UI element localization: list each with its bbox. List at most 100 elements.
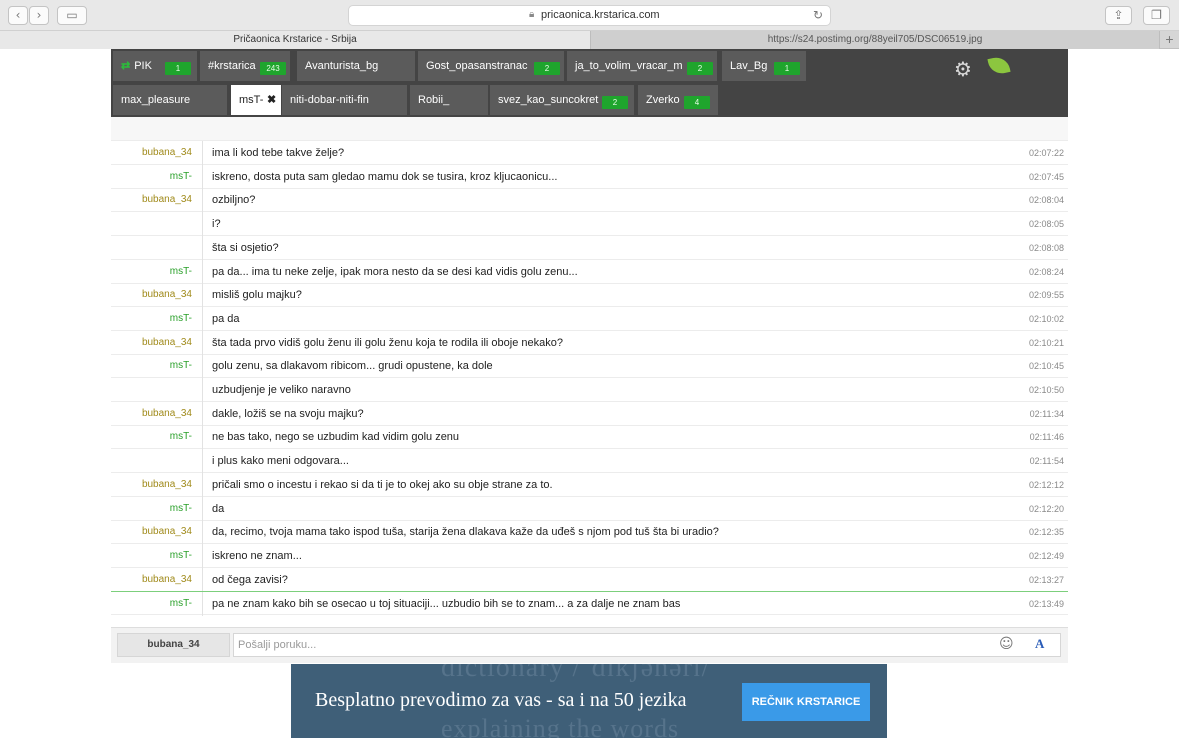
new-tab-button[interactable]: + [1159,31,1179,49]
room-tab-robii[interactable]: Robii_ [410,85,488,115]
message-row: msT-ne bas tako, nego se uzbudim kad vid… [111,425,1068,450]
message-nick [111,378,203,402]
ad-banner[interactable]: dictionary /ˈdɪkʃənərɪ/ explaining the w… [291,664,887,738]
message-input[interactable] [233,633,1061,657]
address-bar[interactable]: 🔒︎ pricaonica.krstarica.com ↻ [348,5,831,26]
message-list[interactable]: bubana_34 ima li kod tebe takve želje? 02:… [111,141,1068,621]
message-text: golu zenu, sa dlakavom ribicom... grudi … [212,360,493,373]
my-nickname: bubana_34 [117,633,230,657]
room-count-badge: 2 [602,96,628,109]
message-text: šta si osjetio? [212,241,279,254]
message-nick[interactable]: msT- [111,496,203,521]
message-row: i? 02:08:05 [111,212,1068,237]
message-nick[interactable]: bubana_34 [111,401,203,426]
message-nick[interactable]: bubana_34 [111,141,203,165]
room-name: Lav_Bg [730,60,768,72]
room-tab-niti-dobar[interactable]: niti-dobar-niti-fin [282,85,407,115]
room-name: ja_to_volim_vracar_m [575,60,683,72]
browser-tab-1[interactable]: Pričaonica Krstarice - Srbija [0,31,590,49]
settings-gears-icon[interactable]: ⚙ [954,57,972,81]
room-tab-krstarica[interactable]: #krstarica 243 [200,51,290,81]
message-nick[interactable]: bubana_34 [111,520,203,545]
lock-icon: 🔒︎ [529,9,535,20]
message-nick[interactable]: bubana_34 [111,283,203,308]
message-time: 02:13:49 [1028,599,1064,610]
ad-background-text-2: explaining the words [441,714,680,738]
message-row: bubana_34 ima li kod tebe takve želje? 02:… [111,141,1068,165]
message-row: bubana_34 dakle, ložiš se na svoju majku?… [111,401,1068,426]
message-time: 02:10:45 [1028,361,1064,372]
message-nick[interactable]: msT- [111,259,203,284]
browser-tab-2[interactable]: https://s24.postimg.org/88yeil705/DSC065… [590,31,1159,49]
room-name: #krstarica [208,60,256,72]
close-icon[interactable]: ✖ [267,85,276,115]
address-url: pricaonica.krstarica.com [541,9,660,21]
sidebar-icon[interactable]: ▭ [57,6,87,25]
room-tab-lav-bg[interactable]: Lav_Bg 1 [722,51,806,81]
font-style-button[interactable]: A [1035,636,1044,652]
message-text: pa da [212,312,240,325]
room-name: max_pleasure [121,94,191,106]
message-nick[interactable]: msT- [111,354,203,379]
message-time: 02:08:04 [1028,195,1064,206]
room-tab-mst-active[interactable]: msT- ✖ [231,85,281,115]
message-nick[interactable]: bubana_34 [111,188,203,213]
message-nick [111,235,203,260]
chat-header-strip [111,117,1068,141]
browser-toolbar: ‹ › ▭ 🔒︎ pricaonica.krstarica.com ↻ ⇪ ❐ [0,0,1179,31]
message-nick[interactable]: bubana_34 [111,567,203,592]
message-time: 02:07:45 [1028,171,1064,182]
message-nick[interactable]: msT- [111,425,203,450]
message-text: pričali smo o incestu i rekao si da ti j… [212,478,553,491]
room-count-badge: 2 [534,62,560,75]
room-tab-gost-opasanstranac[interactable]: Gost_opasanstranac 2 [418,51,564,81]
back-icon[interactable]: ‹ [8,6,28,25]
message-row: bubana_34 od čega zavisi? 02:13:27 [111,567,1068,592]
message-nick[interactable]: msT- [111,592,203,617]
message-nick[interactable]: msT- [111,164,203,189]
message-input-bar: bubana_34 ☺ A [111,627,1068,663]
ad-cta-button[interactable]: REČNIK KRSTARICE [742,683,870,721]
message-time: 02:08:05 [1028,219,1064,230]
message-text: ne bas tako, nego se uzbudim kad vidim g… [212,431,460,444]
message-nick[interactable]: bubana_34 [111,472,203,497]
message-time: 02:12:49 [1028,550,1064,561]
message-row: msT-iskreno ne znam... 02:12:49 [111,543,1068,568]
message-text: od čega zavisi? [212,573,288,586]
message-time: 02:11:46 [1029,432,1064,443]
smiley-icon[interactable]: ☺ [999,636,1014,652]
message-row: msT-da 02:12:20 [111,496,1068,521]
room-count-badge: 1 [165,62,191,75]
forward-icon[interactable]: › [29,6,49,25]
message-row: msT-pa ne znam kako bih se osecao u toj … [111,591,1068,617]
message-time: 02:12:35 [1028,527,1064,538]
room-tab-ja-to-volim[interactable]: ja_to_volim_vracar_m 2 [567,51,717,81]
message-text: iskreno, dosta puta sam gledao mamu dok … [212,170,558,183]
room-tab-pik[interactable]: ⇄ PIK 1 [113,51,197,81]
message-row: msT-golu zenu, sa dlakavom ribicom... gr… [111,354,1068,379]
tabs-icon[interactable]: ❐ [1143,6,1170,25]
message-text: uzbudjenje je veliko naravno [212,384,351,396]
room-name: svez_kao_suncokret [498,94,599,106]
message-nick[interactable]: msT- [111,543,203,568]
message-nick[interactable]: msT- [111,306,203,331]
room-name: PIK [134,60,152,72]
room-count-badge: 4 [684,96,710,109]
message-time: 02:09:55 [1028,290,1064,301]
message-row: i plus kako meni odgovara... 02:11:54 [111,449,1068,474]
message-nick [111,212,203,237]
room-name: Avanturista_bg [305,60,379,72]
share-icon[interactable]: ⇪ [1105,6,1132,25]
reload-icon[interactable]: ↻ [813,8,823,22]
room-tab-svez-kao-suncokret[interactable]: svez_kao_suncokret 2 [490,85,634,115]
message-nick[interactable]: bubana_34 [111,330,203,355]
room-tab-avanturista[interactable]: Avanturista_bg [297,51,415,81]
room-name: Zverko [646,94,680,106]
message-time: 02:11:34 [1029,408,1064,419]
message-time: 02:07:22 [1028,148,1064,158]
message-row: šta si osjetio? 02:08:08 [111,235,1068,260]
message-text: misliš golu majku? [212,289,302,302]
room-tab-zverko[interactable]: Zverko 4 [638,85,718,115]
room-tab-max-pleasure[interactable]: max_pleasure [113,85,227,115]
message-row: bubana_34 misliš golu majku? 02:09:55 [111,283,1068,308]
